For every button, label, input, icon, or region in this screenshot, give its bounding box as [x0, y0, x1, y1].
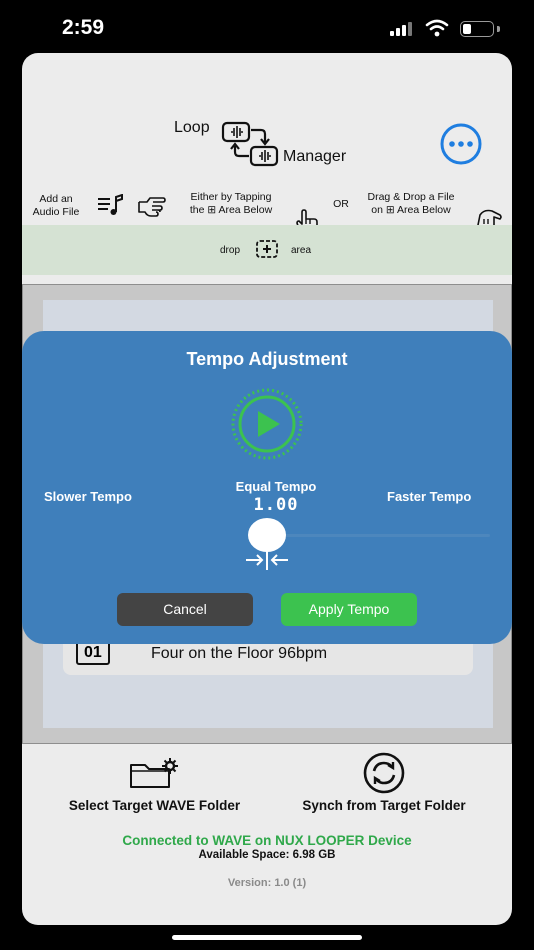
slower-tempo-label: Slower Tempo [44, 489, 132, 504]
more-options-button[interactable] [439, 122, 483, 166]
music-list-icon [98, 194, 123, 215]
drop-area[interactable]: drop area [22, 225, 512, 275]
add-file-icon [256, 240, 278, 258]
battery-icon [460, 21, 494, 37]
table-row[interactable]: 01 Four on the Floor 96bpm [63, 640, 473, 670]
battery-tip [497, 26, 500, 32]
tempo-slider-track[interactable] [270, 534, 490, 537]
version-label: Version: 1.0 (1) [227, 877, 307, 889]
pointing-hand-icon [138, 197, 166, 217]
tempo-slider-thumb[interactable] [248, 518, 286, 552]
select-target-folder-button[interactable]: Select Target WAVE Folder [42, 798, 267, 813]
connection-status: Connected to WAVE on NUX LOOPER Device [122, 833, 412, 848]
synch-from-folder-button[interactable]: Synch from Target Folder [280, 798, 488, 813]
status-time: 2:59 [62, 16, 105, 39]
cancel-button[interactable]: Cancel [117, 593, 253, 626]
logo-word-manager: Manager [283, 148, 347, 165]
drag-drop-hint: Drag & Drop a File on ⊞ Area Below [367, 191, 455, 216]
apply-tempo-button[interactable]: Apply Tempo [281, 593, 417, 626]
logo-word-loop: Loop [174, 119, 210, 136]
tempo-value: 1.00 [253, 495, 299, 515]
home-indicator[interactable] [172, 935, 362, 940]
center-snap-icon [246, 550, 288, 570]
track-number: 01 [76, 641, 110, 665]
wifi-icon [425, 19, 449, 37]
tap-area-hint: Either by Tapping the ⊞ Area Below [189, 191, 273, 216]
cellular-signal-icon [390, 22, 416, 36]
add-audio-hint: Add an Audio File [32, 193, 80, 218]
loop-manager-logo-icon [221, 121, 279, 167]
folder-settings-icon[interactable] [128, 757, 180, 791]
or-label: OR [333, 198, 349, 210]
drop-area-label-left: drop [220, 245, 241, 256]
equal-tempo-label: Equal Tempo [235, 479, 317, 494]
play-preview-button[interactable] [221, 386, 313, 460]
track-title: Four on the Floor 96bpm [151, 645, 328, 662]
faster-tempo-label: Faster Tempo [387, 489, 472, 504]
available-space: Available Space: 6.98 GB [198, 849, 336, 861]
sync-icon[interactable] [358, 751, 410, 795]
drop-area-label-right: area [291, 245, 312, 256]
modal-title: Tempo Adjustment [186, 349, 348, 369]
tempo-adjustment-modal: Tempo Adjustment Slower Tempo Equal Temp… [22, 331, 512, 644]
